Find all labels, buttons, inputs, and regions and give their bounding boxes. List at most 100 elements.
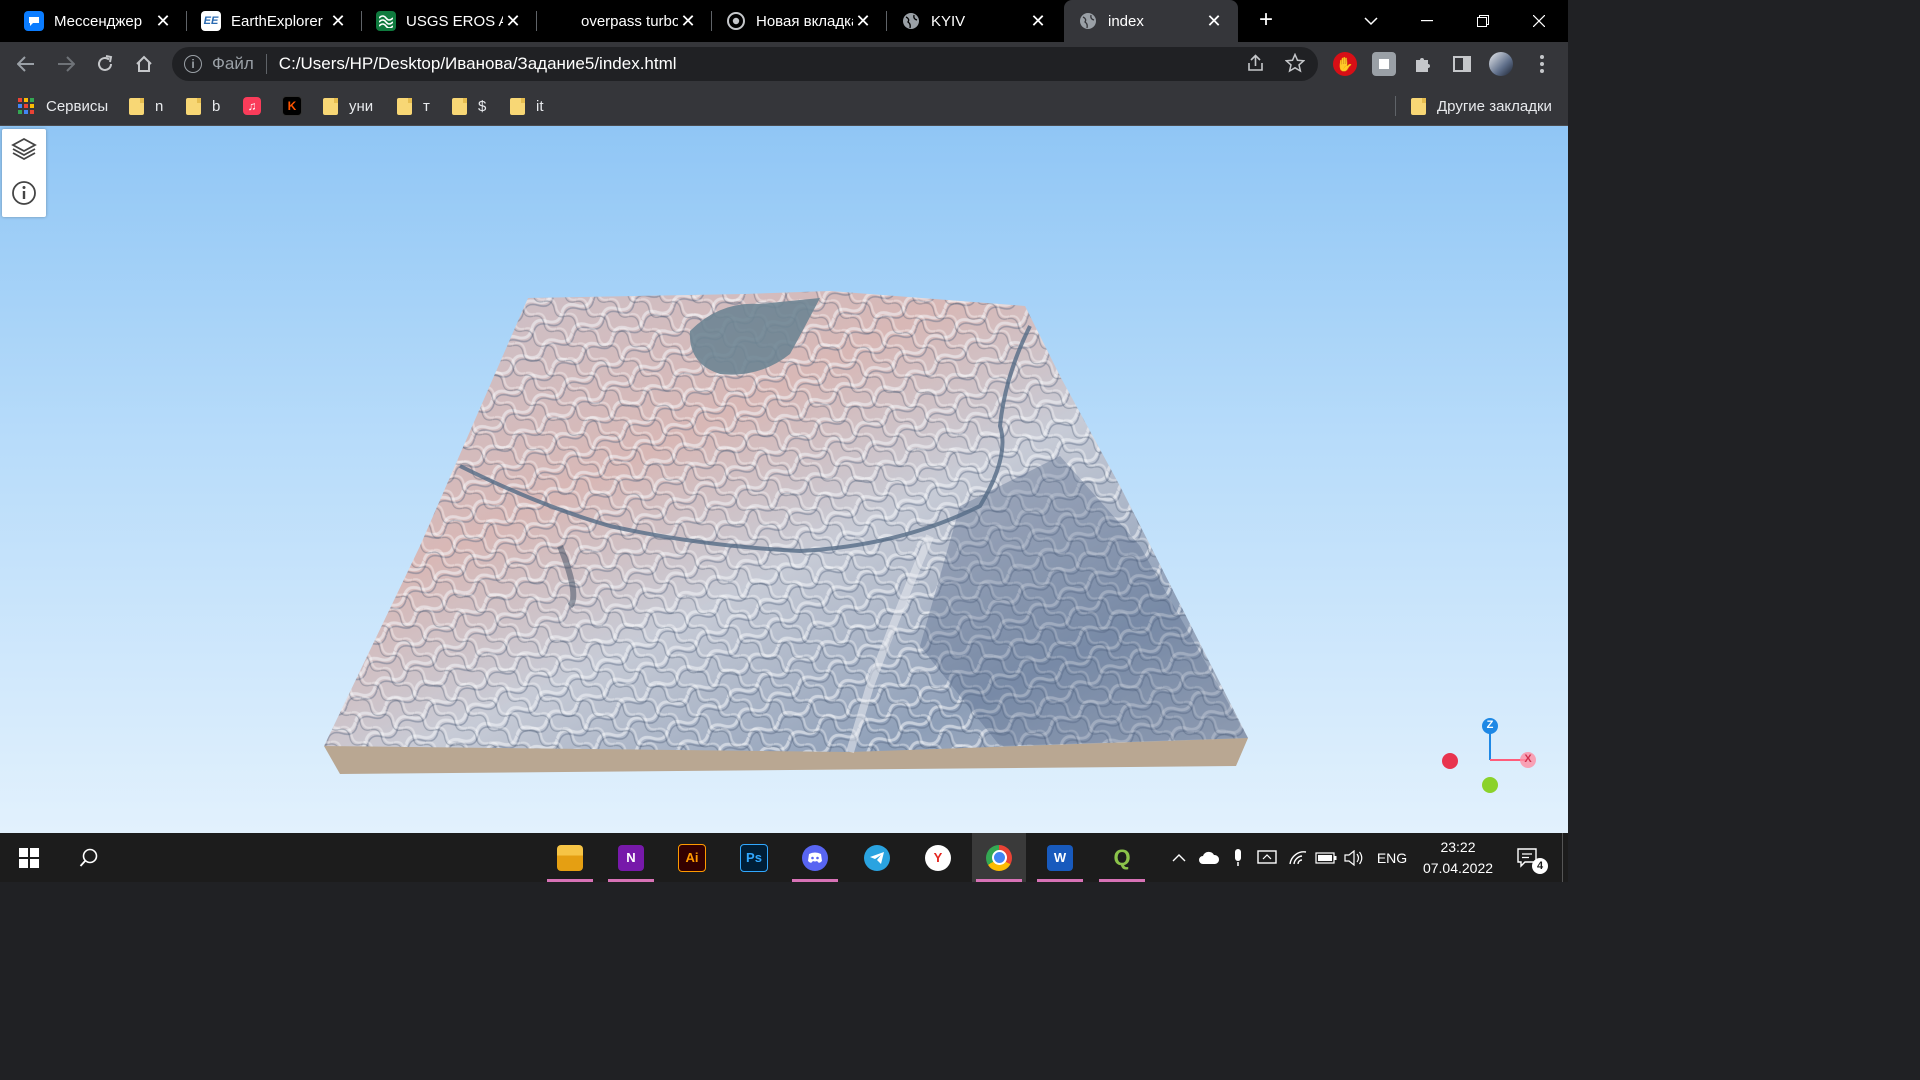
- taskbar-app-yandex[interactable]: Y: [911, 833, 965, 882]
- bookmark-folder-it[interactable]: it: [510, 95, 544, 117]
- tab-overpass[interactable]: overpass turbo ✕: [537, 0, 712, 42]
- taskbar-app-illustrator[interactable]: Ai: [665, 833, 719, 882]
- messenger-icon: [24, 11, 44, 31]
- bookmark-folder-uni[interactable]: уни: [323, 95, 373, 117]
- bookmark-folder-n[interactable]: n: [129, 95, 163, 117]
- tab-new-tab[interactable]: Новая вкладка ✕: [712, 0, 887, 42]
- notification-center-button[interactable]: 4: [1510, 833, 1548, 882]
- forward-button[interactable]: [50, 48, 82, 80]
- side-panel-icon[interactable]: [1450, 52, 1474, 76]
- axis-neg-x-handle[interactable]: [1442, 753, 1458, 769]
- layers-icon[interactable]: [10, 135, 38, 163]
- close-icon[interactable]: ✕: [853, 11, 873, 32]
- profile-avatar[interactable]: [1489, 52, 1513, 76]
- axis-x-label: X: [1524, 753, 1532, 765]
- bookmark-star-icon[interactable]: [1284, 52, 1306, 78]
- axis-y-handle[interactable]: [1482, 777, 1498, 793]
- close-icon[interactable]: ✕: [1204, 11, 1224, 32]
- illustrator-icon: Ai: [678, 843, 706, 872]
- bookmark-folder-dollar[interactable]: $: [452, 95, 486, 117]
- reload-button[interactable]: [89, 48, 121, 80]
- clock-time: 23:22: [1440, 839, 1476, 855]
- chevron-up-icon: [1172, 853, 1186, 861]
- share-icon[interactable]: [1246, 53, 1266, 78]
- bookmark-kinopoisk[interactable]: K: [282, 95, 302, 117]
- close-icon[interactable]: ✕: [153, 11, 173, 32]
- address-bar[interactable]: i Файл C:/Users/HP/Desktop/Иванова/Задан…: [172, 47, 1318, 81]
- taskbar-app-file-explorer[interactable]: [543, 833, 597, 882]
- tab-title: Новая вкладка: [756, 12, 853, 30]
- notification-badge: 4: [1532, 858, 1548, 874]
- bookmark-folder-b[interactable]: b: [186, 95, 220, 117]
- bookmark-folder-t[interactable]: т: [397, 95, 430, 117]
- info-icon[interactable]: i: [184, 55, 202, 73]
- kinopoisk-icon: K: [282, 96, 302, 116]
- taskbar-app-discord[interactable]: [788, 833, 842, 882]
- taskbar-app-telegram[interactable]: [850, 833, 904, 882]
- windows-logo-icon: [19, 847, 39, 868]
- taskbar-app-photoshop[interactable]: Ps: [727, 833, 781, 882]
- earthexplorer-icon: EE: [201, 11, 221, 31]
- close-icon[interactable]: ✕: [1028, 11, 1048, 32]
- info-icon[interactable]: [10, 179, 38, 207]
- search-button[interactable]: [62, 833, 116, 882]
- axis-gizmo[interactable]: Z X: [1432, 714, 1542, 804]
- tab-earthexplorer[interactable]: EE EarthExplorer ✕: [187, 0, 362, 42]
- back-button[interactable]: [10, 48, 42, 80]
- tab-kyiv[interactable]: KYIV ✕: [887, 0, 1062, 42]
- language-indicator[interactable]: ENG: [1372, 833, 1412, 882]
- clock-date: 07.04.2022: [1422, 860, 1494, 876]
- restore-button[interactable]: [1455, 0, 1511, 42]
- url-text[interactable]: C:/Users/HP/Desktop/Иванова/Задание5/ind…: [279, 54, 677, 74]
- overpass-icon: [551, 11, 571, 31]
- volume-icon[interactable]: [1342, 833, 1366, 882]
- menu-kebab-icon[interactable]: [1530, 52, 1554, 76]
- battery-icon[interactable]: [1314, 833, 1338, 882]
- taskbar-app-word[interactable]: W: [1033, 833, 1087, 882]
- close-icon[interactable]: ✕: [328, 11, 348, 32]
- usgs-icon: [376, 11, 396, 31]
- show-desktop-button[interactable]: [1562, 833, 1563, 882]
- other-bookmarks[interactable]: Другие закладки: [1411, 95, 1552, 117]
- tray-overflow-button[interactable]: [1168, 833, 1190, 882]
- discord-icon: [802, 844, 828, 871]
- telegram-icon: [864, 844, 890, 871]
- microphone-icon[interactable]: [1228, 833, 1248, 882]
- tab-messenger[interactable]: Мессенджер ✕: [0, 0, 187, 42]
- folder-icon: [1411, 97, 1426, 115]
- adblock-extension-icon[interactable]: ✋: [1333, 52, 1357, 76]
- tab-title: KYIV: [931, 12, 966, 30]
- 3d-viewer-canvas[interactable]: Z X: [0, 126, 1568, 833]
- bookmark-label: b: [212, 97, 221, 115]
- bookmark-label: Сервисы: [46, 97, 109, 115]
- minimize-icon: [1421, 20, 1433, 22]
- taskbar-app-chrome[interactable]: [972, 833, 1026, 882]
- extension-icon[interactable]: [1372, 52, 1396, 76]
- bookmark-apps[interactable]: Сервисы: [18, 95, 108, 117]
- onedrive-icon[interactable]: [1196, 833, 1222, 882]
- close-window-button[interactable]: [1511, 0, 1567, 42]
- terrain-model[interactable]: [0, 126, 1568, 833]
- security-label: Файл: [212, 54, 254, 73]
- tab-usgs[interactable]: USGS EROS Ar ✕: [362, 0, 537, 42]
- tab-search-button[interactable]: [1343, 0, 1399, 42]
- taskbar-app-onenote[interactable]: N: [604, 833, 658, 882]
- puzzle-icon[interactable]: [1411, 52, 1435, 76]
- screen-icon[interactable]: [1255, 833, 1279, 882]
- arrow-right-icon: [58, 56, 75, 72]
- wifi-icon[interactable]: [1286, 833, 1310, 882]
- folder-icon: [557, 844, 583, 871]
- bookmark-music[interactable]: ♫: [243, 95, 261, 117]
- start-button[interactable]: [2, 833, 56, 882]
- close-icon[interactable]: ✕: [678, 11, 698, 32]
- tab-index[interactable]: index ✕: [1064, 0, 1238, 42]
- taskbar-app-qgis[interactable]: Q: [1095, 833, 1149, 882]
- bookmark-label: n: [155, 97, 164, 115]
- home-button[interactable]: [128, 48, 160, 80]
- close-icon[interactable]: ✕: [503, 11, 523, 32]
- clock[interactable]: 23:22 07.04.2022: [1418, 837, 1498, 879]
- new-tab-button[interactable]: +: [1252, 6, 1280, 34]
- reload-icon: [98, 55, 113, 71]
- minimize-button[interactable]: [1399, 0, 1455, 42]
- folder-icon: [323, 97, 338, 115]
